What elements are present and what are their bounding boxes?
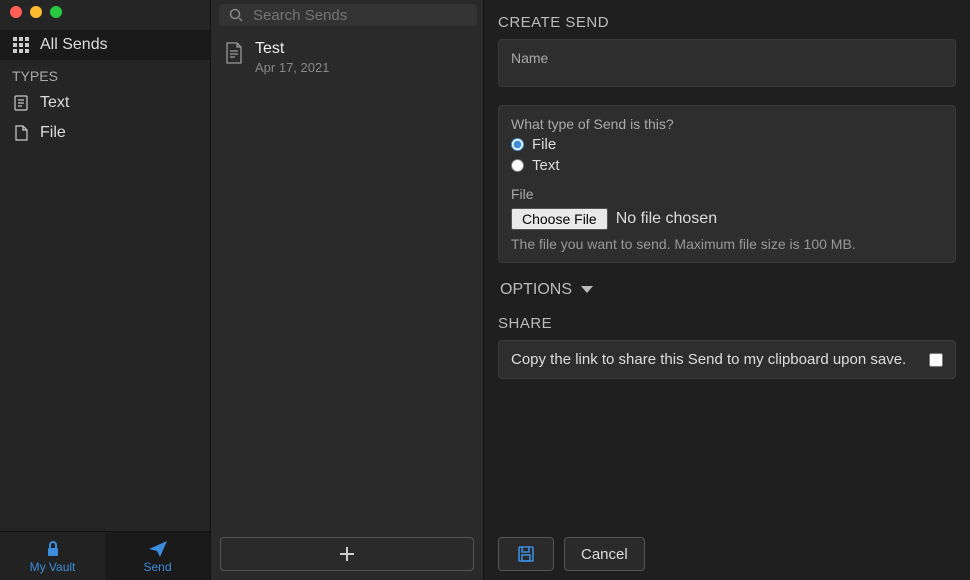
sidebar-item-label: All Sends — [40, 36, 108, 54]
bottom-nav-label: My Vault — [30, 560, 76, 574]
type-option-label: File — [532, 136, 556, 153]
sidebar-item-text[interactable]: Text — [0, 88, 210, 118]
file-helper: The file you want to send. Maximum file … — [511, 236, 943, 252]
send-list-panel: Test Apr 17, 2021 — [210, 0, 484, 580]
file-label: File — [511, 186, 943, 202]
search-input-wrapper[interactable] — [219, 4, 477, 26]
sidebar: All Sends TYPES Text File My Vault — [0, 0, 210, 580]
sidebar-item-all-sends[interactable]: All Sends — [0, 30, 210, 60]
chevron-down-icon — [580, 285, 594, 295]
list-item[interactable]: Test Apr 17, 2021 — [219, 34, 475, 81]
plus-icon — [340, 547, 354, 561]
choose-file-button[interactable]: Choose File — [511, 208, 608, 230]
name-field-card[interactable]: Name — [498, 39, 956, 87]
share-copy-label: Copy the link to share this Send to my c… — [511, 351, 906, 368]
sidebar-section-types: TYPES — [0, 60, 210, 88]
document-icon — [225, 42, 243, 64]
create-send-header: CREATE SEND — [498, 14, 956, 31]
type-option-text[interactable]: Text — [511, 157, 943, 174]
cancel-button[interactable]: Cancel — [564, 537, 645, 571]
search-icon — [229, 8, 243, 22]
name-label: Name — [511, 50, 943, 66]
sidebar-item-label: File — [40, 124, 66, 142]
bottom-nav-send[interactable]: Send — [105, 532, 210, 580]
sidebar-item-label: Text — [40, 94, 69, 112]
grid-icon — [12, 37, 30, 53]
save-icon — [517, 545, 535, 563]
bottom-nav-vault[interactable]: My Vault — [0, 532, 105, 580]
search-input[interactable] — [253, 7, 467, 24]
minimize-window-button[interactable] — [30, 6, 42, 18]
type-radio-file[interactable] — [511, 138, 524, 151]
maximize-window-button[interactable] — [50, 6, 62, 18]
options-toggle[interactable]: OPTIONS — [500, 281, 954, 299]
list-item-subtitle: Apr 17, 2021 — [255, 60, 329, 75]
window-controls — [0, 0, 210, 24]
share-header: SHARE — [498, 315, 956, 332]
file-status: No file chosen — [616, 210, 717, 228]
share-copy-checkbox[interactable] — [929, 353, 943, 367]
detail-panel: CREATE SEND Name What type of Send is th… — [484, 0, 970, 580]
type-option-label: Text — [532, 157, 560, 174]
type-question: What type of Send is this? — [511, 116, 943, 132]
send-icon — [148, 540, 168, 558]
type-radio-text[interactable] — [511, 159, 524, 172]
type-option-file[interactable]: File — [511, 136, 943, 153]
file-icon — [12, 125, 30, 141]
save-button[interactable] — [498, 537, 554, 571]
sidebar-item-file[interactable]: File — [0, 118, 210, 148]
bottom-nav-label: Send — [143, 560, 171, 574]
bottom-nav: My Vault Send — [0, 531, 210, 580]
options-label: OPTIONS — [500, 281, 572, 299]
list-item-title: Test — [255, 40, 329, 58]
close-window-button[interactable] — [10, 6, 22, 18]
new-send-button[interactable] — [220, 537, 474, 571]
text-icon — [12, 95, 30, 111]
type-card: What type of Send is this? File Text Fil… — [498, 105, 956, 263]
lock-icon — [44, 540, 62, 558]
share-copy-card: Copy the link to share this Send to my c… — [498, 340, 956, 379]
